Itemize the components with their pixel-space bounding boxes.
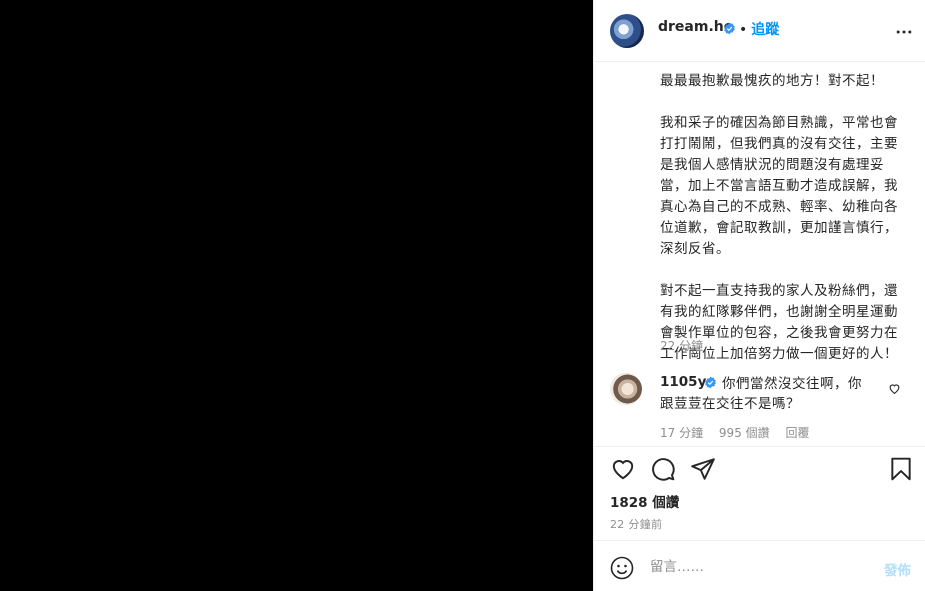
commenter-avatar[interactable] (610, 373, 642, 405)
more-options-icon[interactable] (894, 22, 914, 42)
comments-section[interactable]: 最最最抱歉最愧疚的地方！對不起！ 我和采子的確因為節目熟識，平常也會打打鬧鬧，但… (594, 63, 925, 447)
follow-label: 追蹤 (751, 22, 780, 38)
separator-dot: • (739, 22, 748, 38)
post-side-panel: dream.ho • 追蹤 最最最抱歉最愧疚的地方！對不起！ 我和采子的確因為節目… (593, 0, 925, 591)
follow-button[interactable]: • 追蹤 (739, 19, 779, 39)
comment-likes[interactable]: 995 個讚 (719, 426, 770, 440)
verified-badge-icon (724, 22, 735, 35)
comment-icon[interactable] (650, 456, 676, 482)
likes-count[interactable]: 1828 個讚 (610, 491, 679, 511)
bookmark-icon[interactable] (888, 456, 914, 482)
comment-input[interactable] (650, 553, 870, 581)
post-timestamp[interactable]: 22 分鐘前 (610, 516, 662, 532)
verified-badge-icon (705, 376, 716, 389)
share-icon[interactable] (690, 456, 716, 482)
emoji-icon[interactable] (610, 556, 634, 580)
author-avatar[interactable] (610, 14, 644, 48)
comment-timestamp[interactable]: 17 分鐘 (660, 426, 703, 440)
post-comment-button[interactable]: 發佈 (884, 559, 911, 579)
heart-icon[interactable] (610, 456, 636, 482)
post-actions (594, 456, 925, 488)
post-header: dream.ho • 追蹤 (594, 0, 925, 62)
comment-heart-icon[interactable] (888, 382, 901, 395)
caption-timestamp[interactable]: 22 分鐘 (660, 337, 703, 354)
add-comment-bar: 發佈 (594, 540, 925, 591)
reply-button[interactable]: 回覆 (785, 426, 809, 440)
post-caption: 最最最抱歉最愧疚的地方！對不起！ 我和采子的確因為節目熟識，平常也會打打鬧鬧，但… (660, 73, 898, 362)
post-media[interactable] (0, 0, 593, 591)
comment-meta: 17 分鐘 995 個讚 回覆 (660, 424, 822, 441)
